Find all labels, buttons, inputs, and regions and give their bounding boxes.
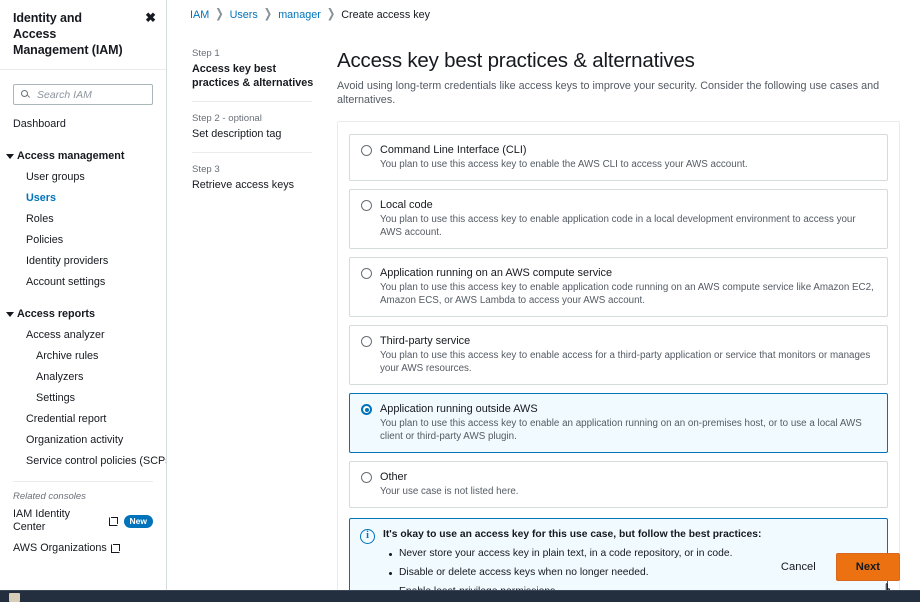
sidebar-title: Identity and Access Management (IAM) [13,11,123,57]
sidebar-item-aws-organizations[interactable]: AWS Organizations [0,538,166,559]
taskbar [0,590,920,602]
option-description: You plan to use this access key to enabl… [380,159,748,170]
sidebar-item-label: AWS Organizations [13,542,107,554]
sidebar-item-iam-identity-center[interactable]: IAM Identity Center New [0,504,166,538]
option-description: Your use case is not listed here. [380,486,519,497]
step-divider [192,152,312,153]
sidebar-group-label: Access reports [17,308,96,320]
radio-icon[interactable] [361,336,372,347]
iam-create-access-key-page: Identity and Access Management (IAM) ✖ D… [0,0,920,602]
sidebar-item-analyzers[interactable]: Analyzers [0,367,166,388]
breadcrumb: IAM ❯ Users ❯ manager ❯ Create access ke… [167,0,920,22]
cancel-button[interactable]: Cancel [775,556,822,578]
sidebar-item-identity-providers[interactable]: Identity providers [0,251,166,272]
sidebar-item-access-analyzer[interactable]: Access analyzer [0,325,166,346]
radio-icon[interactable] [361,472,372,483]
sidebar-header: Identity and Access Management (IAM) ✖ [0,0,166,70]
option-local-code[interactable]: Local code You plan to use this access k… [349,189,888,249]
option-label: Application running outside AWS [380,403,538,415]
breadcrumb-item-iam[interactable]: IAM [190,8,209,22]
new-badge: New [123,514,153,528]
chevron-right-icon: ❯ [326,7,336,22]
wizard-step-1[interactable]: Step 1 Access key best practices & alter… [192,48,319,101]
chevron-right-icon: ❯ [263,7,273,22]
alert-title: It's okay to use an access key for this … [383,529,762,540]
sidebar-item-roles[interactable]: Roles [0,209,166,230]
sidebar-group-access-management[interactable]: Access management [0,145,166,167]
option-application-outside-aws[interactable]: Application running outside AWS You plan… [349,393,888,453]
step-name: Access key best practices & alternatives [192,63,314,89]
step-number: Step 2 - optional [192,113,262,124]
info-icon: i [360,529,375,544]
sidebar-item-settings[interactable]: Settings [0,388,166,409]
sidebar-group-access-reports[interactable]: Access reports [0,303,166,325]
wizard-step-3[interactable]: Step 3 Retrieve access keys [192,164,319,203]
sidebar-item-label: IAM Identity Center [13,508,71,533]
sidebar-item-service-control-policies[interactable]: Service control policies (SCPs) [0,451,166,472]
option-cli[interactable]: Command Line Interface (CLI) You plan to… [349,134,888,181]
sidebar-item-policies[interactable]: Policies [0,230,166,251]
step-name: Set description tag [192,128,282,140]
sidebar-item-organization-activity[interactable]: Organization activity [0,430,166,451]
external-link-icon [110,544,120,553]
option-third-party-service[interactable]: Third-party service You plan to use this… [349,325,888,385]
form-column: Access key best practices & alternatives… [319,48,920,602]
breadcrumb-item-users[interactable]: Users [230,8,258,22]
search-icon [21,90,28,97]
breadcrumb-item-current: Create access key [341,9,431,21]
radio-icon[interactable] [361,268,372,279]
breadcrumb-item-manager[interactable]: manager [278,8,321,22]
sidebar-item-users[interactable]: Users [0,188,166,209]
next-button[interactable]: Next [835,553,900,581]
option-description: You plan to use this access key to enabl… [380,350,871,374]
external-link-icon [108,516,118,526]
chevron-down-icon [6,154,14,159]
radio-icon-selected[interactable] [361,404,372,415]
option-description: You plan to use this access key to enabl… [380,214,856,238]
wizard-steps: Step 1 Access key best practices & alter… [167,48,319,602]
sidebar-group-label: Access management [17,150,125,162]
option-aws-compute-service[interactable]: Application running on an AWS compute se… [349,257,888,317]
option-label: Application running on an AWS compute se… [380,267,613,279]
sidebar-nav: Dashboard Access management User groups … [0,105,166,559]
step-number: Step 1 [192,48,220,59]
wizard-step-2[interactable]: Step 2 - optional Set description tag [192,113,319,152]
main-content: IAM ❯ Users ❯ manager ❯ Create access ke… [167,0,920,602]
page-description: Avoid using long-term credentials like a… [337,80,880,106]
sidebar-item-dashboard[interactable]: Dashboard [0,114,166,135]
close-icon[interactable]: ✖ [145,11,156,24]
option-label: Third-party service [380,335,471,347]
step-number: Step 3 [192,164,220,175]
use-case-card: Command Line Interface (CLI) You plan to… [337,121,900,602]
step-divider [192,101,312,102]
search-box[interactable] [13,84,153,105]
radio-icon[interactable] [361,145,372,156]
chevron-down-icon [6,312,14,317]
sidebar-item-archive-rules[interactable]: Archive rules [0,346,166,367]
page-title: Access key best practices & alternatives [337,49,695,72]
sidebar-item-account-settings[interactable]: Account settings [0,272,166,293]
sidebar-item-user-groups[interactable]: User groups [0,167,166,188]
sidebar-search-wrap [0,70,166,105]
taskbar-app-icon[interactable] [9,593,20,602]
sidebar: Identity and Access Management (IAM) ✖ D… [0,0,167,590]
step-name: Retrieve access keys [192,179,295,191]
option-other[interactable]: Other Your use case is not listed here. [349,461,888,508]
content-row: Step 1 Access key best practices & alter… [167,22,920,602]
option-description: You plan to use this access key to enabl… [380,418,862,442]
search-input[interactable] [35,87,135,102]
option-description: You plan to use this access key to enabl… [380,282,874,306]
option-label: Other [380,471,408,483]
wizard-footer: Cancel Next [775,544,900,590]
related-consoles-label: Related consoles [13,491,86,502]
chevron-right-icon: ❯ [215,7,224,22]
radio-icon[interactable] [361,200,372,211]
option-label: Local code [380,199,433,211]
sidebar-item-credential-report[interactable]: Credential report [0,409,166,430]
option-label: Command Line Interface (CLI) [380,144,527,156]
